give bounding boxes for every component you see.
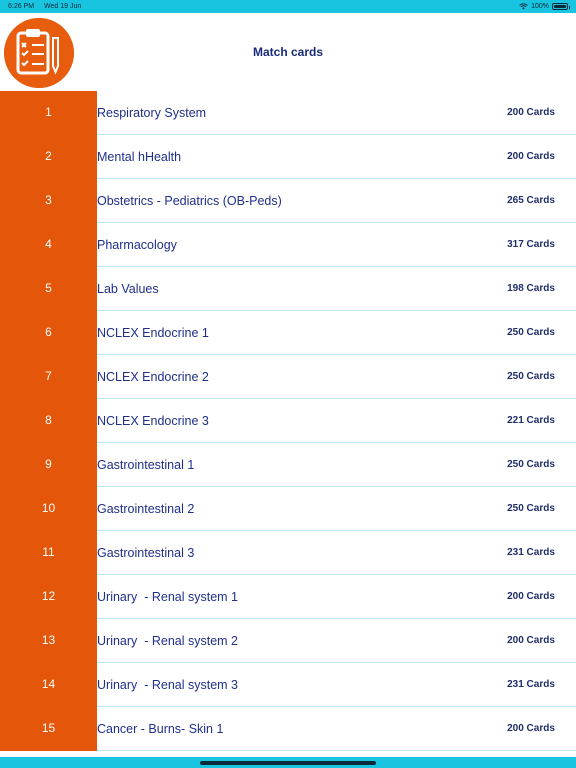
row-card-count: 200 Cards (507, 107, 555, 118)
header: Match cards (0, 13, 576, 92)
row-number: 4 (0, 222, 97, 267)
row-number: 5 (0, 266, 97, 311)
list-item[interactable]: 6 NCLEX Endocrine 1 250 Cards (0, 310, 576, 355)
row-title: NCLEX Endocrine 2 (97, 369, 209, 384)
row-number: 2 (0, 134, 97, 179)
row-card-count: 198 Cards (507, 283, 555, 294)
list-item[interactable]: 1 Respiratory System 200 Cards (0, 91, 576, 135)
row-card-count: 317 Cards (507, 239, 555, 250)
card-deck-list: 1 Respiratory System 200 Cards 2 Mental hHea… (0, 91, 576, 757)
row-number: 1 (0, 91, 97, 135)
row-title: Urinary - Renal system 3 (97, 677, 239, 692)
row-card-count: 200 Cards (507, 151, 555, 162)
row-card-count: 200 Cards (507, 591, 555, 602)
row-number: 9 (0, 442, 97, 487)
page-title: Match cards (252, 45, 324, 59)
row-title: NCLEX Endocrine 3 (97, 413, 209, 428)
row-card-count: 265 Cards (507, 195, 555, 206)
row-card-count: 250 Cards (507, 371, 555, 382)
status-left: 6:26 PM Wed 19 Jun (8, 3, 89, 10)
battery-percent: 100% (531, 3, 549, 10)
list-item[interactable]: 3 Obstetrics - Pediatrics (OB-Peds) 265 Ca… (0, 178, 576, 223)
list-item[interactable]: 4 Pharmacology 317 Cards (0, 222, 576, 267)
row-title: Urinary - Renal system 1 (97, 589, 239, 604)
list-item[interactable]: 7 NCLEX Endocrine 2 250 Cards (0, 354, 576, 399)
row-number: 12 (0, 574, 97, 619)
row-title: Gastrointestinal 1 (97, 457, 195, 472)
row-title: Urinary - Renal system 2 (97, 633, 239, 648)
row-title: Gastrointestinal 2 (97, 501, 195, 516)
row-card-count: 250 Cards (507, 459, 555, 470)
wifi-icon (519, 3, 528, 10)
status-time: 6:26 PM (8, 3, 35, 10)
row-card-count: 200 Cards (507, 723, 555, 734)
list-item[interactable]: 2 Mental hHealth 200 Cards (0, 134, 576, 179)
row-number: 10 (0, 486, 97, 531)
row-title: Gastrointestinal 3 (97, 545, 195, 560)
status-bar: 6:26 PM Wed 19 Jun 100% (0, 0, 576, 13)
status-date: Wed 19 Jun (44, 3, 82, 10)
row-card-count: 200 Cards (507, 635, 555, 646)
row-card-count: 231 Cards (507, 547, 555, 558)
row-title: Obstetrics - Pediatrics (OB-Peds) (97, 193, 282, 208)
list-item[interactable]: 10 Gastrointestinal 2 250 Cards (0, 486, 576, 531)
row-card-count: 221 Cards (507, 415, 555, 426)
row-number: 6 (0, 310, 97, 355)
row-number: 15 (0, 706, 97, 751)
list-item[interactable]: 12 Urinary - Renal system 1 200 Cards (0, 574, 576, 619)
row-title: Respiratory System (97, 105, 207, 120)
home-indicator[interactable] (200, 761, 376, 765)
row-number: 8 (0, 398, 97, 443)
row-title: Mental hHealth (97, 149, 182, 164)
row-title: NCLEX Endocrine 1 (97, 325, 209, 340)
list-item[interactable]: 13 Urinary - Renal system 2 200 Cards (0, 618, 576, 663)
row-card-count: 250 Cards (507, 503, 555, 514)
list-item[interactable]: 9 Gastrointestinal 1 250 Cards (0, 442, 576, 487)
list-item[interactable]: 5 Lab Values 198 Cards (0, 266, 576, 311)
row-number: 11 (0, 530, 97, 575)
row-number: 14 (0, 662, 97, 707)
list-item[interactable]: 8 NCLEX Endocrine 3 221 Cards (0, 398, 576, 443)
battery-icon (552, 3, 570, 10)
row-number: 7 (0, 354, 97, 399)
list-item[interactable]: 15 Cancer - Burns- Skin 1 200 Cards (0, 706, 576, 751)
row-card-count: 250 Cards (507, 327, 555, 338)
list-item[interactable]: 14 Urinary - Renal system 3 231 Cards (0, 662, 576, 707)
list-item[interactable]: 11 Gastrointestinal 3 231 Cards (0, 530, 576, 575)
clipboard-checklist-icon (4, 18, 74, 88)
status-right: 100% (519, 3, 570, 10)
row-title: Pharmacology (97, 237, 177, 252)
row-card-count: 231 Cards (507, 679, 555, 690)
row-title: Cancer - Burns- Skin 1 (97, 721, 224, 736)
row-title: Lab Values (97, 281, 159, 296)
row-number: 13 (0, 618, 97, 663)
row-number: 3 (0, 178, 97, 223)
